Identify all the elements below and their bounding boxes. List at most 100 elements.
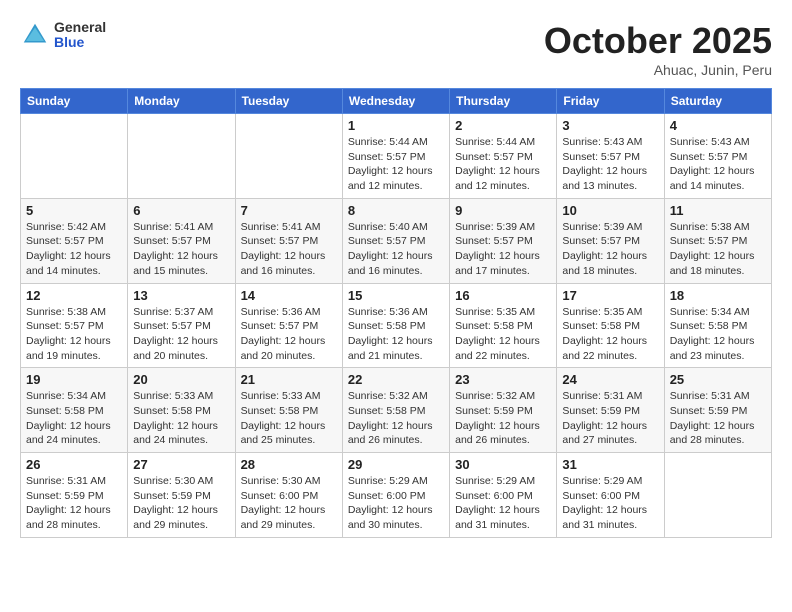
day-number: 10 bbox=[562, 203, 658, 218]
calendar-week-row: 19 Sunrise: 5:34 AMSunset: 5:58 PMDayligh… bbox=[21, 368, 772, 453]
day-info: Sunrise: 5:31 AMSunset: 5:59 PMDaylight:… bbox=[670, 389, 766, 448]
weekday-header: Sunday bbox=[21, 89, 128, 114]
calendar-cell: 7 Sunrise: 5:41 AMSunset: 5:57 PMDaylight… bbox=[235, 198, 342, 283]
day-info: Sunrise: 5:30 AMSunset: 6:00 PMDaylight:… bbox=[241, 474, 337, 533]
day-number: 2 bbox=[455, 118, 551, 133]
calendar-cell: 28 Sunrise: 5:30 AMSunset: 6:00 PMDayligh… bbox=[235, 453, 342, 538]
day-number: 22 bbox=[348, 372, 444, 387]
calendar-week-row: 12 Sunrise: 5:38 AMSunset: 5:57 PMDayligh… bbox=[21, 283, 772, 368]
day-number: 28 bbox=[241, 457, 337, 472]
calendar-cell: 1Sunrise: 5:44 AMSunset: 5:57 PMDaylight… bbox=[342, 114, 449, 199]
day-number: 14 bbox=[241, 288, 337, 303]
day-number: 16 bbox=[455, 288, 551, 303]
calendar-cell: 21 Sunrise: 5:33 AMSunset: 5:58 PMDayligh… bbox=[235, 368, 342, 453]
calendar-cell: 22 Sunrise: 5:32 AMSunset: 5:58 PMDayligh… bbox=[342, 368, 449, 453]
weekday-header: Monday bbox=[128, 89, 235, 114]
day-number: 19 bbox=[26, 372, 122, 387]
calendar-cell: 19 Sunrise: 5:34 AMSunset: 5:58 PMDayligh… bbox=[21, 368, 128, 453]
calendar-cell bbox=[235, 114, 342, 199]
day-info: Sunrise: 5:30 AMSunset: 5:59 PMDaylight:… bbox=[133, 474, 229, 533]
day-info: Sunrise: 5:38 AMSunset: 5:57 PMDaylight:… bbox=[670, 220, 766, 279]
calendar-cell: 26Sunrise: 5:31 AMSunset: 5:59 PMDayligh… bbox=[21, 453, 128, 538]
day-number: 17 bbox=[562, 288, 658, 303]
calendar-cell: 4 Sunrise: 5:43 AMSunset: 5:57 PMDaylight… bbox=[664, 114, 771, 199]
day-number: 23 bbox=[455, 372, 551, 387]
day-info: Sunrise: 5:38 AMSunset: 5:57 PMDaylight:… bbox=[26, 305, 122, 364]
calendar-cell: 31 Sunrise: 5:29 AMSunset: 6:00 PMDayligh… bbox=[557, 453, 664, 538]
day-number: 7 bbox=[241, 203, 337, 218]
weekday-header: Friday bbox=[557, 89, 664, 114]
day-info: Sunrise: 5:41 AMSunset: 5:57 PMDaylight:… bbox=[133, 220, 229, 279]
day-number: 11 bbox=[670, 203, 766, 218]
day-info: Sunrise: 5:40 AMSunset: 5:57 PMDaylight:… bbox=[348, 220, 444, 279]
title-block: October 2025 Ahuac, Junin, Peru bbox=[544, 20, 772, 78]
day-info: Sunrise: 5:36 AMSunset: 5:58 PMDaylight:… bbox=[348, 305, 444, 364]
weekday-header: Saturday bbox=[664, 89, 771, 114]
calendar-cell: 15 Sunrise: 5:36 AMSunset: 5:58 PMDayligh… bbox=[342, 283, 449, 368]
day-info: Sunrise: 5:39 AMSunset: 5:57 PMDaylight:… bbox=[562, 220, 658, 279]
page-header: General Blue October 2025 Ahuac, Junin, … bbox=[20, 20, 772, 78]
day-info: Sunrise: 5:33 AMSunset: 5:58 PMDaylight:… bbox=[133, 389, 229, 448]
logo-blue: Blue bbox=[54, 35, 106, 50]
calendar-week-row: 26Sunrise: 5:31 AMSunset: 5:59 PMDayligh… bbox=[21, 453, 772, 538]
calendar-cell bbox=[664, 453, 771, 538]
day-info: Sunrise: 5:29 AMSunset: 6:00 PMDaylight:… bbox=[455, 474, 551, 533]
calendar-cell: 27 Sunrise: 5:30 AMSunset: 5:59 PMDayligh… bbox=[128, 453, 235, 538]
day-number: 21 bbox=[241, 372, 337, 387]
calendar-cell: 2 Sunrise: 5:44 AMSunset: 5:57 PMDaylight… bbox=[450, 114, 557, 199]
day-number: 18 bbox=[670, 288, 766, 303]
day-number: 24 bbox=[562, 372, 658, 387]
day-number: 15 bbox=[348, 288, 444, 303]
day-number: 29 bbox=[348, 457, 444, 472]
day-info: Sunrise: 5:44 AMSunset: 5:57 PMDaylight:… bbox=[455, 135, 551, 194]
calendar-cell: 16Sunrise: 5:35 AMSunset: 5:58 PMDayligh… bbox=[450, 283, 557, 368]
day-info: Sunrise: 5:29 AMSunset: 6:00 PMDaylight:… bbox=[562, 474, 658, 533]
day-number: 8 bbox=[348, 203, 444, 218]
logo-icon bbox=[20, 20, 50, 50]
weekday-header: Tuesday bbox=[235, 89, 342, 114]
day-info: Sunrise: 5:43 AMSunset: 5:57 PMDaylight:… bbox=[562, 135, 658, 194]
calendar-cell: 25 Sunrise: 5:31 AMSunset: 5:59 PMDayligh… bbox=[664, 368, 771, 453]
day-number: 12 bbox=[26, 288, 122, 303]
calendar-week-row: 1 Sunrise: 5:44 AMSunset: 5:57 PMDaylight… bbox=[21, 114, 772, 199]
day-info: Sunrise: 5:31 AMSunset: 5:59 PMDaylight:… bbox=[562, 389, 658, 448]
day-info: Sunrise: 5:36 AMSunset: 5:57 PMDaylight:… bbox=[241, 305, 337, 364]
day-number: 31 bbox=[562, 457, 658, 472]
day-info: Sunrise: 5:43 AMSunset: 5:57 PMDaylight:… bbox=[670, 135, 766, 194]
calendar-cell: 24 Sunrise: 5:31 AMSunset: 5:59 PMDayligh… bbox=[557, 368, 664, 453]
month-title: October 2025 bbox=[544, 20, 772, 62]
day-info: Sunrise: 5:34 AMSunset: 5:58 PMDaylight:… bbox=[26, 389, 122, 448]
day-number: 1 bbox=[348, 118, 444, 133]
calendar-cell: 9Sunrise: 5:39 AMSunset: 5:57 PMDaylight… bbox=[450, 198, 557, 283]
calendar-cell: 5 Sunrise: 5:42 AMSunset: 5:57 PMDaylight… bbox=[21, 198, 128, 283]
calendar-cell bbox=[128, 114, 235, 199]
day-number: 6 bbox=[133, 203, 229, 218]
day-number: 27 bbox=[133, 457, 229, 472]
calendar-cell bbox=[21, 114, 128, 199]
day-info: Sunrise: 5:35 AMSunset: 5:58 PMDaylight:… bbox=[562, 305, 658, 364]
day-number: 30 bbox=[455, 457, 551, 472]
calendar-cell: 6 Sunrise: 5:41 AMSunset: 5:57 PMDaylight… bbox=[128, 198, 235, 283]
calendar-cell: 3Sunrise: 5:43 AMSunset: 5:57 PMDaylight… bbox=[557, 114, 664, 199]
calendar-week-row: 5 Sunrise: 5:42 AMSunset: 5:57 PMDaylight… bbox=[21, 198, 772, 283]
day-info: Sunrise: 5:41 AMSunset: 5:57 PMDaylight:… bbox=[241, 220, 337, 279]
calendar-cell: 17 Sunrise: 5:35 AMSunset: 5:58 PMDayligh… bbox=[557, 283, 664, 368]
calendar-cell: 29Sunrise: 5:29 AMSunset: 6:00 PMDayligh… bbox=[342, 453, 449, 538]
calendar-cell: 18Sunrise: 5:34 AMSunset: 5:58 PMDayligh… bbox=[664, 283, 771, 368]
logo-text: General Blue bbox=[54, 20, 106, 51]
day-number: 20 bbox=[133, 372, 229, 387]
weekday-header-row: SundayMondayTuesdayWednesdayThursdayFrid… bbox=[21, 89, 772, 114]
day-number: 4 bbox=[670, 118, 766, 133]
calendar-cell: 14 Sunrise: 5:36 AMSunset: 5:57 PMDayligh… bbox=[235, 283, 342, 368]
calendar-cell: 8 Sunrise: 5:40 AMSunset: 5:57 PMDaylight… bbox=[342, 198, 449, 283]
calendar-table: SundayMondayTuesdayWednesdayThursdayFrid… bbox=[20, 88, 772, 538]
day-info: Sunrise: 5:33 AMSunset: 5:58 PMDaylight:… bbox=[241, 389, 337, 448]
day-info: Sunrise: 5:39 AMSunset: 5:57 PMDaylight:… bbox=[455, 220, 551, 279]
day-info: Sunrise: 5:32 AMSunset: 5:58 PMDaylight:… bbox=[348, 389, 444, 448]
day-info: Sunrise: 5:31 AMSunset: 5:59 PMDaylight:… bbox=[26, 474, 122, 533]
weekday-header: Thursday bbox=[450, 89, 557, 114]
day-number: 25 bbox=[670, 372, 766, 387]
day-info: Sunrise: 5:42 AMSunset: 5:57 PMDaylight:… bbox=[26, 220, 122, 279]
day-number: 5 bbox=[26, 203, 122, 218]
calendar-cell: 11 Sunrise: 5:38 AMSunset: 5:57 PMDayligh… bbox=[664, 198, 771, 283]
